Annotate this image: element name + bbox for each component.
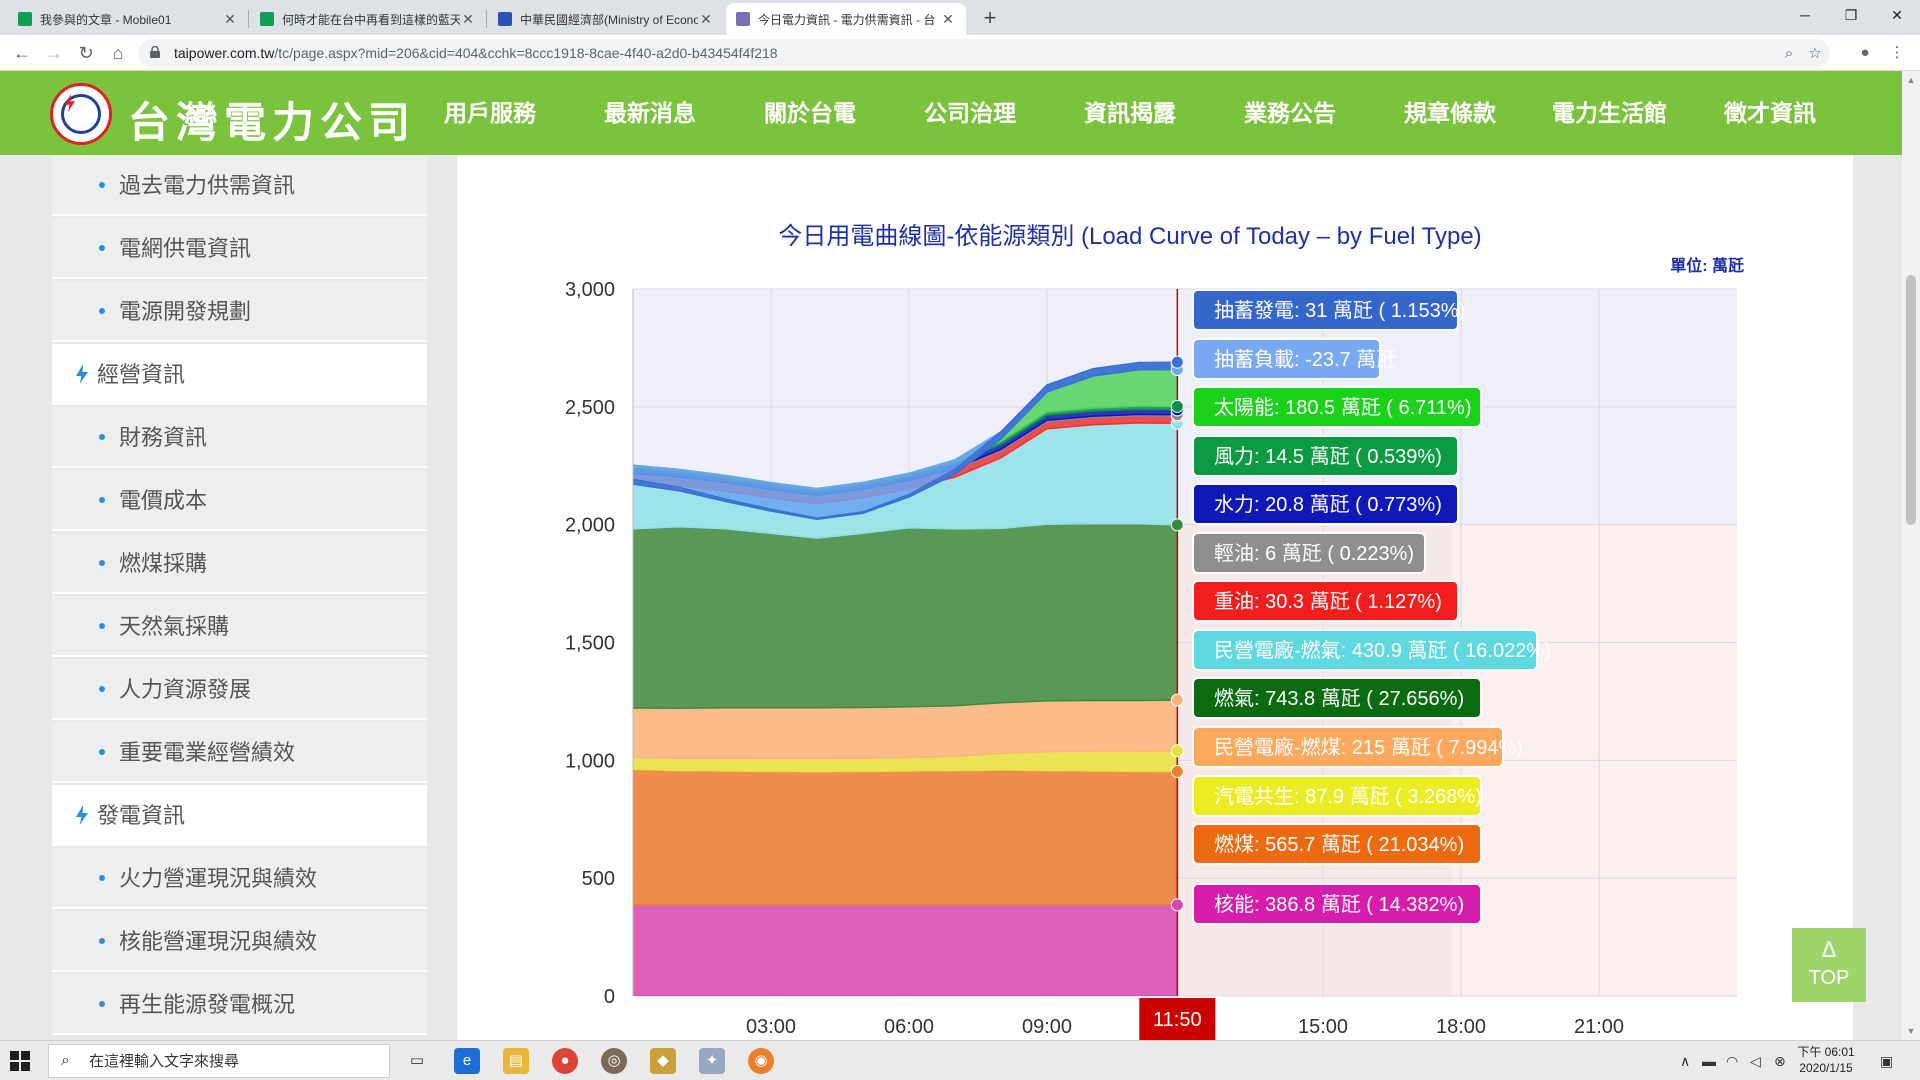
- app-fox-icon[interactable]: ◆: [650, 1048, 676, 1074]
- top-button-label: TOP: [1808, 967, 1850, 989]
- task-view-icon[interactable]: ▭: [404, 1048, 430, 1074]
- clock-time: 下午 06:01: [1797, 1045, 1855, 1059]
- x-tick-label: 18:00: [1436, 1016, 1486, 1038]
- cursor-point: [1170, 765, 1184, 779]
- cursor-point: [1170, 898, 1184, 912]
- taskbar-clock[interactable]: 下午 06:01 2020/1/15: [1786, 1044, 1866, 1076]
- tooltip-row: 風力: 14.5 萬瓩 ( 0.539%): [1192, 435, 1459, 477]
- blender-icon[interactable]: ◉: [748, 1048, 774, 1074]
- tooltip-row-text: 太陽能: 180.5 萬瓩 ( 6.711%): [1214, 396, 1472, 419]
- page-scrollbar[interactable]: [1902, 71, 1920, 1040]
- cursor-point: [1170, 355, 1184, 369]
- cursor-time-label: 11:50: [1153, 1009, 1202, 1031]
- tooltip-row: 水力: 20.8 萬瓩 ( 0.773%): [1192, 483, 1459, 525]
- tooltip-row-text: 燃煤: 565.7 萬瓩 ( 21.034%): [1214, 833, 1464, 856]
- tooltip-row-text: 民營電廠-燃煤: 215 萬瓩 ( 7.994%): [1214, 735, 1523, 759]
- chrome-icon[interactable]: ●: [552, 1048, 578, 1074]
- tooltip-row-text: 抽蓄負載: -23.7 萬瓩: [1214, 348, 1396, 371]
- tray-volume-icon[interactable]: ◁: [1750, 1041, 1761, 1080]
- scroll-down-icon[interactable]: ▼: [1904, 1024, 1918, 1038]
- tooltip-row-text: 重油: 30.3 萬瓩 ( 1.127%): [1214, 590, 1442, 613]
- scrollbar-thumb[interactable]: [1906, 275, 1916, 525]
- x-tick-label: 15:00: [1298, 1016, 1348, 1038]
- tooltip-row-text: 民營電廠-燃氣: 430.9 萬瓩 ( 16.022%): [1214, 638, 1551, 662]
- area-series: [633, 768, 1179, 906]
- area-series: [633, 904, 1179, 996]
- x-tick-label: 03:00: [746, 1016, 796, 1038]
- tray-ime-icon[interactable]: ⊗: [1774, 1041, 1786, 1080]
- tooltip-row: 抽蓄負載: -23.7 萬瓩: [1192, 338, 1396, 380]
- y-tick-label: 500: [582, 868, 615, 890]
- tooltip-row: 燃氣: 743.8 萬瓩 ( 27.656%): [1192, 677, 1482, 719]
- clock-date: 2020/1/15: [1799, 1061, 1853, 1075]
- tooltip-row: 輕油: 6 萬瓩 ( 0.223%): [1192, 532, 1426, 574]
- tooltip-row-text: 汽電共生: 87.9 萬瓩 ( 3.268%): [1214, 785, 1482, 808]
- tooltip-row-text: 核能: 386.8 萬瓩 ( 14.382%): [1214, 893, 1464, 916]
- tooltip-row: 燃煤: 565.7 萬瓩 ( 21.034%): [1192, 823, 1482, 865]
- tooltip-row: 汽電共生: 87.9 萬瓩 ( 3.268%): [1192, 775, 1482, 817]
- tooltip-row-text: 抽蓄發電: 31 萬瓩 ( 1.153%): [1214, 299, 1465, 322]
- taskbar-search-box[interactable]: ⌕ 在這裡輸入文字來搜尋: [48, 1044, 390, 1078]
- y-tick-label: 2,000: [565, 515, 615, 537]
- x-tick-label: 09:00: [1022, 1016, 1072, 1038]
- cursor-point: [1170, 693, 1184, 707]
- file-explorer-icon[interactable]: ▤: [503, 1048, 529, 1074]
- tooltip-row-text: 燃氣: 743.8 萬瓩 ( 27.656%): [1214, 687, 1464, 710]
- app-compass-icon[interactable]: ◎: [601, 1048, 627, 1074]
- tray-chevron-icon[interactable]: ∧: [1680, 1041, 1690, 1080]
- tray-wifi-icon[interactable]: ◠: [1726, 1041, 1738, 1080]
- y-tick-label: 1,500: [565, 633, 615, 655]
- area-series: [633, 522, 1179, 710]
- tooltip-row: 太陽能: 180.5 萬瓩 ( 6.711%): [1192, 386, 1482, 428]
- area-series: [633, 699, 1179, 760]
- tooltip-row: 核能: 386.8 萬瓩 ( 14.382%): [1192, 883, 1482, 925]
- app-network-icon[interactable]: ✦: [699, 1048, 725, 1074]
- scroll-up-icon[interactable]: ▲: [1904, 73, 1918, 87]
- notification-icon[interactable]: ▣: [1880, 1041, 1893, 1080]
- tooltip-row-text: 輕油: 6 萬瓩 ( 0.223%): [1214, 542, 1414, 565]
- windows-taskbar: ⌕ 在這裡輸入文字來搜尋 ▭ e ▤ ● ◎ ◆ ✦ ◉ ∧ ▬ ◠ ◁ ⊗ 下…: [0, 1040, 1920, 1080]
- unit-label: 單位: 萬瓩: [1670, 256, 1744, 275]
- tooltip-row: 重油: 30.3 萬瓩 ( 1.127%): [1192, 580, 1459, 622]
- up-arrow-icon: Δ: [1821, 937, 1837, 962]
- search-icon: ⌕: [61, 1052, 70, 1069]
- windows-start-icon[interactable]: [10, 1051, 30, 1071]
- load-curve-chart: 0 500 1,000 1,500 2,000 2,500 3,000 03:00 06:00 0…: [565, 223, 1744, 1040]
- tooltip-row: 民營電廠-燃氣: 430.9 萬瓩 ( 16.022%): [1192, 629, 1551, 671]
- tooltip-row: 民營電廠-燃煤: 215 萬瓩 ( 7.994%): [1192, 726, 1523, 768]
- cursor-point: [1170, 744, 1184, 758]
- y-tick-label: 3,000: [565, 279, 615, 301]
- tooltip-row-text: 風力: 14.5 萬瓩 ( 0.539%): [1214, 445, 1442, 468]
- tooltip-row: 抽蓄發電: 31 萬瓩 ( 1.153%): [1192, 289, 1465, 331]
- back-to-top-button[interactable]: Δ TOP: [1792, 928, 1866, 1002]
- chart-title: 今日用電曲線圖-依能源類別 (Load Curve of Today – by …: [778, 223, 1481, 250]
- cursor-point: [1170, 518, 1184, 532]
- tray-battery-icon[interactable]: ▬: [1702, 1041, 1716, 1080]
- y-tick-label: 1,000: [565, 750, 615, 772]
- y-tick-label: 2,500: [565, 397, 615, 419]
- x-tick-label: 06:00: [884, 1016, 934, 1038]
- tooltip-row-text: 水力: 20.8 萬瓩 ( 0.773%): [1214, 493, 1442, 516]
- y-tick-label: 0: [604, 986, 615, 1008]
- edge-browser-icon[interactable]: e: [454, 1048, 480, 1074]
- taskbar-search-placeholder: 在這裡輸入文字來搜尋: [89, 1053, 240, 1070]
- x-tick-label: 21:00: [1574, 1016, 1624, 1038]
- cursor-point: [1170, 399, 1184, 413]
